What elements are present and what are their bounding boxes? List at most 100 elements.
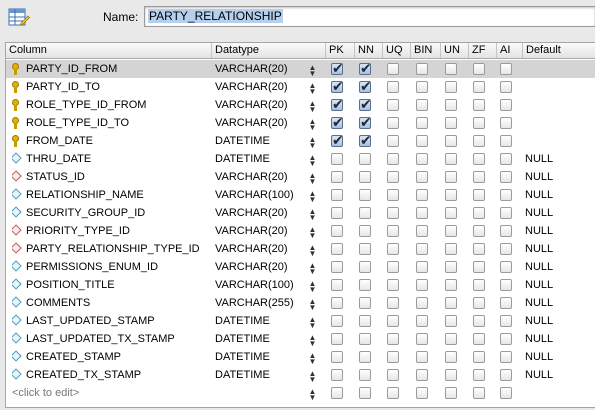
uq-checkbox[interactable]: [387, 297, 399, 309]
table-row[interactable]: STATUS_ID VARCHAR(20) ▲▼ NULL: [6, 168, 595, 186]
ai-checkbox[interactable]: [500, 153, 512, 165]
pk-checkbox[interactable]: [331, 153, 343, 165]
column-name[interactable]: PARTY_RELATIONSHIP_TYPE_ID: [26, 240, 211, 258]
column-default[interactable]: NULL: [525, 330, 595, 348]
column-default[interactable]: [525, 96, 595, 114]
column-datatype[interactable]: VARCHAR(20): [215, 114, 305, 132]
zf-checkbox[interactable]: [473, 81, 485, 93]
column-default[interactable]: NULL: [525, 204, 595, 222]
ai-checkbox[interactable]: [500, 387, 512, 399]
pk-checkbox[interactable]: [331, 261, 343, 273]
column-name[interactable]: PARTY_ID_FROM: [26, 60, 211, 78]
bin-checkbox[interactable]: [416, 63, 428, 75]
column-name[interactable]: CREATED_TX_STAMP: [26, 366, 211, 384]
un-checkbox[interactable]: [445, 261, 457, 273]
table-row[interactable]: THRU_DATE DATETIME ▲▼ NULL: [6, 150, 595, 168]
bin-checkbox[interactable]: [416, 351, 428, 363]
pk-checkbox[interactable]: [331, 387, 343, 399]
column-default[interactable]: NULL: [525, 276, 595, 294]
column-default[interactable]: NULL: [525, 150, 595, 168]
column-name[interactable]: STATUS_ID: [26, 168, 211, 186]
nn-checkbox[interactable]: ✔: [359, 114, 372, 130]
un-checkbox[interactable]: [445, 315, 457, 327]
un-checkbox[interactable]: [445, 81, 457, 93]
column-default[interactable]: [525, 78, 595, 96]
bin-checkbox[interactable]: [416, 279, 428, 291]
column-name[interactable]: PERMISSIONS_ENUM_ID: [26, 258, 211, 276]
zf-checkbox[interactable]: [473, 63, 485, 75]
column-name[interactable]: FROM_DATE: [26, 132, 211, 150]
header-pk[interactable]: PK: [325, 43, 354, 58]
pk-checkbox[interactable]: ✔: [331, 96, 344, 112]
column-default[interactable]: NULL: [525, 294, 595, 312]
bin-checkbox[interactable]: [416, 171, 428, 183]
un-checkbox[interactable]: [445, 333, 457, 345]
zf-checkbox[interactable]: [473, 261, 485, 273]
table-row[interactable]: SECURITY_GROUP_ID VARCHAR(20) ▲▼ NULL: [6, 204, 595, 222]
uq-checkbox[interactable]: [387, 243, 399, 255]
pk-checkbox[interactable]: [331, 297, 343, 309]
column-name[interactable]: ROLE_TYPE_ID_FROM: [26, 96, 211, 114]
nn-checkbox[interactable]: [359, 207, 371, 219]
nn-checkbox[interactable]: [359, 243, 371, 255]
pk-checkbox[interactable]: [331, 207, 343, 219]
uq-checkbox[interactable]: [387, 99, 399, 111]
ai-checkbox[interactable]: [500, 297, 512, 309]
column-datatype[interactable]: VARCHAR(100): [215, 276, 305, 294]
zf-checkbox[interactable]: [473, 297, 485, 309]
table-row[interactable]: CREATED_TX_STAMP DATETIME ▲▼ NULL: [6, 366, 595, 384]
uq-checkbox[interactable]: [387, 369, 399, 381]
uq-checkbox[interactable]: [387, 189, 399, 201]
uq-checkbox[interactable]: [387, 135, 399, 147]
datatype-stepper-icon[interactable]: ▲▼: [306, 330, 318, 348]
uq-checkbox[interactable]: [387, 279, 399, 291]
header-ai[interactable]: AI: [496, 43, 522, 58]
uq-checkbox[interactable]: [387, 261, 399, 273]
column-name[interactable]: CREATED_STAMP: [26, 348, 211, 366]
column-name[interactable]: PARTY_ID_TO: [26, 78, 211, 96]
column-datatype[interactable]: VARCHAR(20): [215, 168, 305, 186]
nn-checkbox[interactable]: [359, 315, 371, 327]
column-name[interactable]: LAST_UPDATED_STAMP: [26, 312, 211, 330]
bin-checkbox[interactable]: [416, 81, 428, 93]
un-checkbox[interactable]: [445, 225, 457, 237]
ai-checkbox[interactable]: [500, 261, 512, 273]
nn-checkbox[interactable]: ✔: [359, 60, 372, 76]
zf-checkbox[interactable]: [473, 315, 485, 327]
column-datatype[interactable]: VARCHAR(20): [215, 78, 305, 96]
datatype-stepper-icon[interactable]: ▲▼: [306, 240, 318, 258]
datatype-stepper-icon[interactable]: ▲▼: [306, 150, 318, 168]
ai-checkbox[interactable]: [500, 81, 512, 93]
zf-checkbox[interactable]: [473, 243, 485, 255]
table-row[interactable]: POSITION_TITLE VARCHAR(100) ▲▼ NULL: [6, 276, 595, 294]
table-name-input[interactable]: PARTY_RELATIONSHIP: [144, 6, 595, 27]
un-checkbox[interactable]: [445, 63, 457, 75]
zf-checkbox[interactable]: [473, 225, 485, 237]
table-row[interactable]: RELATIONSHIP_NAME VARCHAR(100) ▲▼ NULL: [6, 186, 595, 204]
bin-checkbox[interactable]: [416, 315, 428, 327]
column-datatype[interactable]: DATETIME: [215, 366, 305, 384]
column-default[interactable]: [525, 132, 595, 150]
datatype-stepper-icon[interactable]: ▲▼: [306, 186, 318, 204]
ai-checkbox[interactable]: [500, 207, 512, 219]
un-checkbox[interactable]: [445, 369, 457, 381]
un-checkbox[interactable]: [445, 207, 457, 219]
pk-checkbox[interactable]: ✔: [331, 60, 344, 76]
datatype-stepper-icon[interactable]: ▲▼: [306, 366, 318, 384]
pk-checkbox[interactable]: [331, 351, 343, 363]
pk-checkbox[interactable]: [331, 225, 343, 237]
column-datatype[interactable]: VARCHAR(100): [215, 186, 305, 204]
table-row[interactable]: PARTY_ID_TO VARCHAR(20) ▲▼ ✔ ✔: [6, 78, 595, 96]
column-name[interactable]: THRU_DATE: [26, 150, 211, 168]
nn-checkbox[interactable]: [359, 189, 371, 201]
un-checkbox[interactable]: [445, 117, 457, 129]
uq-checkbox[interactable]: [387, 387, 399, 399]
bin-checkbox[interactable]: [416, 243, 428, 255]
datatype-stepper-icon[interactable]: ▲▼: [306, 168, 318, 186]
zf-checkbox[interactable]: [473, 99, 485, 111]
ai-checkbox[interactable]: [500, 225, 512, 237]
column-datatype[interactable]: VARCHAR(255): [215, 294, 305, 312]
column-default[interactable]: [525, 60, 595, 78]
uq-checkbox[interactable]: [387, 171, 399, 183]
zf-checkbox[interactable]: [473, 207, 485, 219]
